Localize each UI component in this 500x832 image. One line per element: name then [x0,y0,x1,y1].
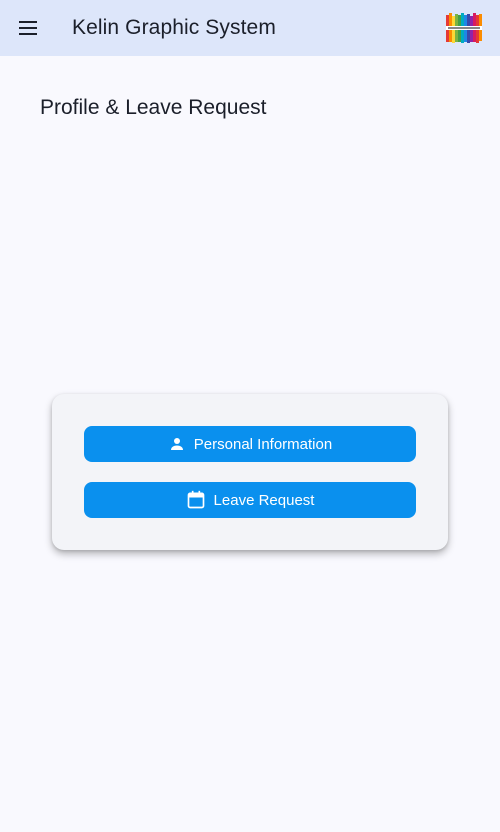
color-bars-logo-icon [446,13,482,43]
app-bar: Kelin Graphic System [0,0,500,56]
person-icon [168,435,186,453]
leave-request-button[interactable]: Leave Request [84,482,416,518]
personal-information-label: Personal Information [193,435,333,453]
hamburger-menu-icon [19,21,37,35]
calendar-icon [186,490,206,510]
personal-information-button[interactable]: Personal Information [84,426,416,462]
leave-request-label: Leave Request [213,491,315,509]
app-title: Kelin Graphic System [72,16,276,39]
actions-card: Personal Information Leave Request [52,394,448,550]
menu-button[interactable] [16,16,40,40]
page-title: Profile & Leave Request [40,96,267,119]
